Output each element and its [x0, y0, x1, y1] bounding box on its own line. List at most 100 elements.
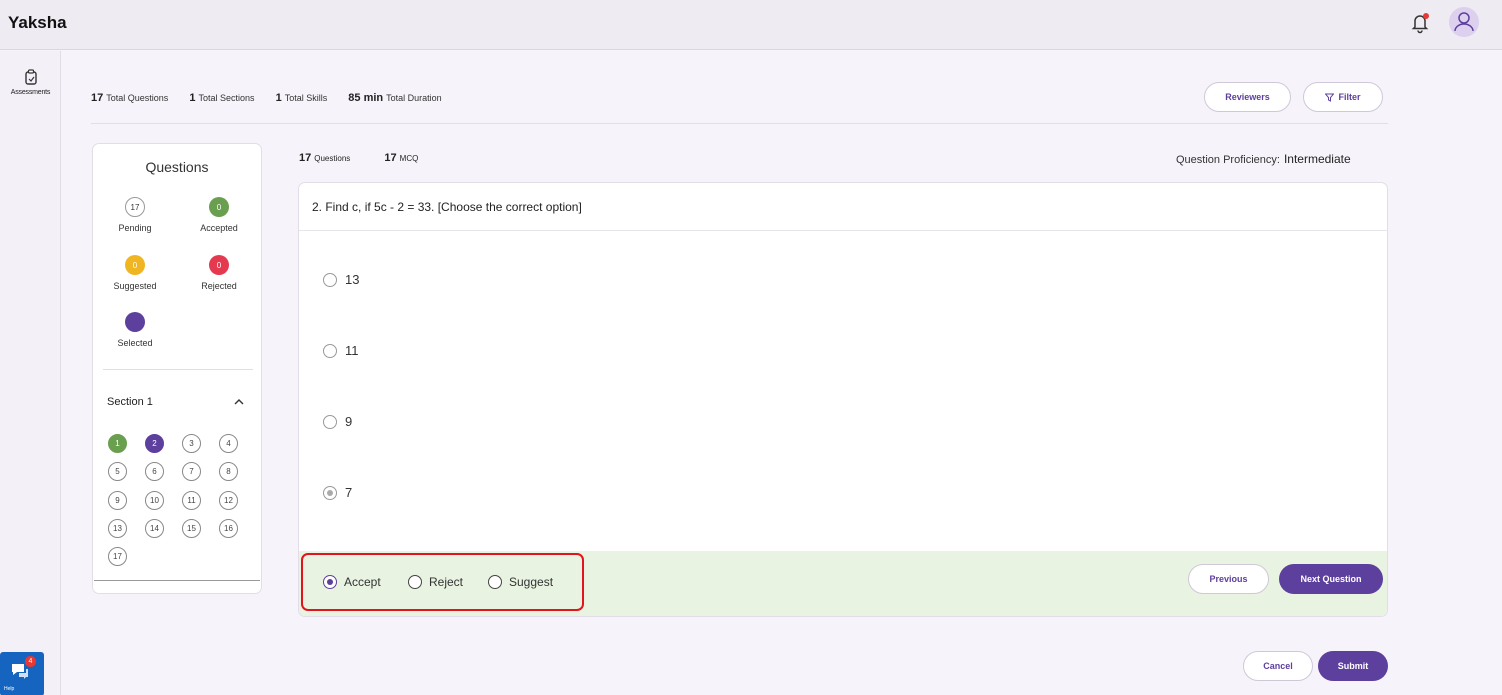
legend-suggested: 0 Suggested: [100, 255, 170, 291]
divider: [299, 230, 1387, 231]
option-radio[interactable]: [323, 272, 337, 287]
stat-total-duration: 85 min Total Duration: [348, 92, 442, 104]
question-number-1[interactable]: 1: [108, 434, 127, 453]
help-badge: 4: [25, 656, 36, 667]
divider: [91, 123, 1388, 124]
nav-item-label: Assessments: [10, 89, 51, 96]
question-number-15[interactable]: 15: [182, 519, 201, 538]
question-meta: 17 Questions 17 MCQ: [299, 152, 418, 164]
questions-count: 17: [299, 152, 312, 164]
question-number-16[interactable]: 16: [219, 519, 238, 538]
mcq-count: 17: [384, 152, 397, 164]
app-title: Yaksha: [8, 13, 67, 32]
question-number-9[interactable]: 9: [108, 491, 127, 510]
option-label: 7: [345, 485, 353, 500]
previous-button[interactable]: Previous: [1188, 564, 1269, 594]
previous-button-label: Previous: [1209, 574, 1248, 584]
answer-option-1[interactable]: 13: [323, 272, 359, 287]
question-number-4[interactable]: 4: [219, 434, 238, 453]
option-label: 13: [345, 272, 360, 287]
reviewers-button-label: Reviewers: [1225, 92, 1270, 102]
accept-label: Accept: [344, 575, 381, 589]
help-label: Help: [4, 686, 15, 692]
question-number-12[interactable]: 12: [219, 491, 238, 510]
stat-total-sections: 1 Total Sections: [189, 92, 255, 104]
section-title: Section 1: [107, 396, 153, 408]
reject-label: Reject: [429, 575, 464, 589]
accepted-label: Accepted: [200, 223, 238, 233]
submit-button[interactable]: Submit: [1318, 651, 1388, 681]
next-question-button[interactable]: Next Question: [1279, 564, 1383, 594]
question-number-3[interactable]: 3: [182, 434, 201, 453]
question-card: 2. Find c, if 5c - 2 = 33. [Choose the c…: [298, 182, 1388, 617]
review-bar: Accept Reject Suggest Previous Next Ques…: [299, 551, 1387, 616]
suggest-radio[interactable]: Suggest: [488, 575, 553, 589]
suggest-label: Suggest: [509, 575, 554, 589]
review-options-highlight: Accept Reject Suggest: [301, 553, 584, 611]
cancel-button[interactable]: Cancel: [1243, 651, 1313, 681]
accepted-count: 0: [209, 197, 229, 217]
filter-icon: [1325, 93, 1335, 102]
pending-label: Pending: [118, 223, 152, 233]
legend-pending: 17 Pending: [100, 197, 170, 233]
suggested-label: Suggested: [113, 281, 157, 291]
rejected-label: Rejected: [201, 281, 237, 291]
option-radio[interactable]: [323, 343, 337, 358]
accept-radio[interactable]: Accept: [323, 575, 381, 589]
question-number-17[interactable]: 17: [108, 547, 127, 566]
top-bar: Yaksha: [0, 0, 1502, 50]
legend-accepted: 0 Accepted: [184, 197, 254, 233]
proficiency-label: Question Proficiency:: [1176, 154, 1280, 166]
stat-total-questions: 17 Total Questions: [91, 92, 169, 104]
pending-count: 17: [125, 197, 145, 217]
filter-button-label: Filter: [1338, 92, 1361, 102]
panel-title: Questions: [145, 159, 209, 175]
stat-total-skills: 1 Total Skills: [275, 92, 328, 104]
question-number-8[interactable]: 8: [219, 462, 238, 481]
reviewers-button[interactable]: Reviewers: [1204, 82, 1291, 112]
question-text: 2. Find c, if 5c - 2 = 33. [Choose the c…: [312, 200, 582, 214]
answer-option-3[interactable]: 9: [323, 414, 352, 429]
submit-button-label: Submit: [1337, 661, 1369, 671]
divider: [103, 369, 253, 370]
selected-label: Selected: [117, 338, 153, 348]
option-label: 11: [345, 343, 359, 358]
side-nav: Assessments 4 Help: [0, 51, 61, 695]
question-number-14[interactable]: 14: [145, 519, 164, 538]
question-number-11[interactable]: 11: [182, 491, 201, 510]
option-radio-selected[interactable]: [323, 485, 337, 500]
suggest-radio-control[interactable]: [488, 575, 502, 589]
reject-radio[interactable]: Reject: [408, 575, 463, 589]
question-number-2[interactable]: 2: [145, 434, 164, 453]
help-button[interactable]: 4 Help: [0, 652, 44, 695]
question-proficiency: Question Proficiency: Intermediate: [1176, 152, 1351, 166]
divider: [94, 580, 260, 581]
legend-rejected: 0 Rejected: [184, 255, 254, 291]
notification-dot: [1423, 13, 1429, 19]
nav-item-assessments[interactable]: Assessments: [0, 69, 61, 96]
user-avatar-icon[interactable]: [1449, 7, 1479, 37]
cancel-button-label: Cancel: [1263, 661, 1293, 671]
question-number-5[interactable]: 5: [108, 462, 127, 481]
option-label: 9: [345, 414, 353, 429]
suggested-count: 0: [125, 255, 145, 275]
questions-label: Questions: [314, 154, 351, 163]
accept-radio-control[interactable]: [323, 575, 337, 589]
rejected-count: 0: [209, 255, 229, 275]
answer-option-2[interactable]: 11: [323, 343, 359, 358]
chevron-up-icon[interactable]: [234, 398, 244, 406]
answer-option-4[interactable]: 7: [323, 485, 352, 500]
notification-bell-icon[interactable]: [1410, 12, 1430, 34]
question-number-7[interactable]: 7: [182, 462, 201, 481]
filter-button[interactable]: Filter: [1303, 82, 1383, 112]
clipboard-icon: [24, 69, 37, 85]
reject-radio-control[interactable]: [408, 575, 422, 589]
option-radio[interactable]: [323, 414, 337, 429]
question-number-6[interactable]: 6: [145, 462, 164, 481]
proficiency-value: Intermediate: [1283, 152, 1351, 166]
question-number-10[interactable]: 10: [145, 491, 164, 510]
selected-indicator: [125, 312, 145, 332]
question-number-13[interactable]: 13: [108, 519, 127, 538]
legend-selected: Selected: [100, 312, 170, 348]
next-question-button-label: Next Question: [1300, 574, 1362, 584]
